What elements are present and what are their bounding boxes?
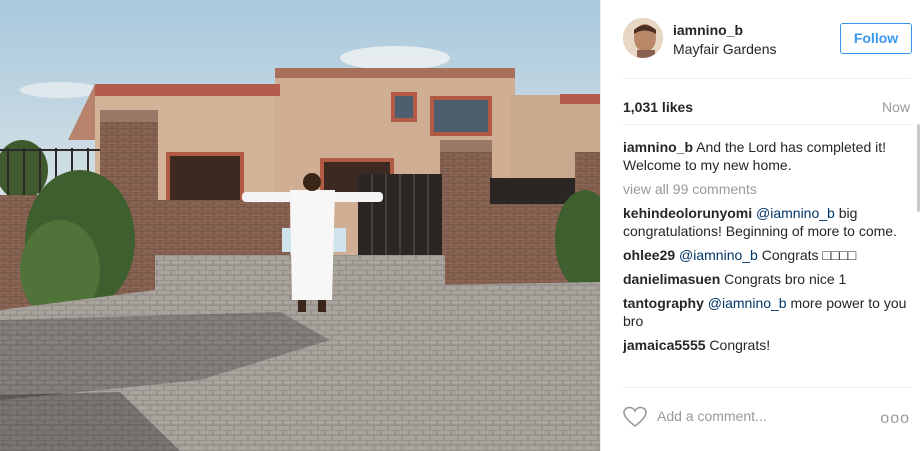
photo-scene bbox=[0, 0, 600, 451]
comment-username[interactable]: danielimasuen bbox=[623, 271, 720, 287]
likes-count[interactable]: 1,031 likes bbox=[623, 99, 693, 115]
comment-item: kehindeolorunyomi @iamnino_b big congrat… bbox=[623, 204, 908, 240]
post-location[interactable]: Mayfair Gardens bbox=[673, 41, 776, 57]
more-options-icon[interactable]: ooo bbox=[880, 410, 910, 428]
comment-item: danielimasuen Congrats bro nice 1 bbox=[623, 270, 908, 288]
comment-item: jamaica5555 Congrats! bbox=[623, 336, 908, 354]
comment-username[interactable]: tantography bbox=[623, 295, 704, 311]
comment-item: ohlee29 @iamnino_b Congrats □□□□ bbox=[623, 246, 908, 264]
comment-mention[interactable]: @iamnino_b bbox=[756, 205, 835, 221]
comments-list: iamnino_b And the Lord has completed it!… bbox=[623, 138, 908, 360]
heart-icon[interactable] bbox=[623, 406, 647, 428]
comment-item: tantography @iamnino_b more power to you… bbox=[623, 294, 908, 330]
comments-scrollbar[interactable] bbox=[917, 124, 920, 212]
caption: iamnino_b And the Lord has completed it!… bbox=[623, 138, 908, 174]
header-divider bbox=[623, 78, 911, 79]
comment-username[interactable]: iamnino_b bbox=[623, 139, 693, 155]
post-footer: Add a comment... ooo bbox=[601, 389, 921, 451]
post-time[interactable]: Now bbox=[882, 99, 910, 115]
comment-text: Congrats bro nice 1 bbox=[724, 271, 847, 287]
post-username[interactable]: iamnino_b bbox=[673, 22, 743, 38]
avatar[interactable] bbox=[623, 18, 663, 58]
comment-text: Congrats! bbox=[709, 337, 771, 353]
comment-username[interactable]: ohlee29 bbox=[623, 247, 675, 263]
comment-username[interactable]: jamaica5555 bbox=[623, 337, 706, 353]
comment-username[interactable]: kehindeolorunyomi bbox=[623, 205, 752, 221]
view-all-comments-link[interactable]: view all 99 comments bbox=[623, 180, 908, 198]
post-side-panel: iamnino_b Mayfair Gardens Follow 1,031 l… bbox=[600, 0, 921, 451]
post-header: iamnino_b Mayfair Gardens Follow bbox=[601, 0, 921, 78]
post-photo[interactable] bbox=[0, 0, 600, 451]
footer-divider bbox=[623, 387, 911, 388]
likes-divider bbox=[623, 124, 911, 125]
add-comment-input[interactable]: Add a comment... bbox=[657, 408, 767, 424]
avatar-image bbox=[623, 18, 663, 58]
follow-button[interactable]: Follow bbox=[840, 23, 912, 54]
comment-mention[interactable]: @iamnino_b bbox=[708, 295, 787, 311]
comment-text: Congrats □□□□ bbox=[757, 247, 857, 263]
comment-mention[interactable]: @iamnino_b bbox=[679, 247, 758, 263]
